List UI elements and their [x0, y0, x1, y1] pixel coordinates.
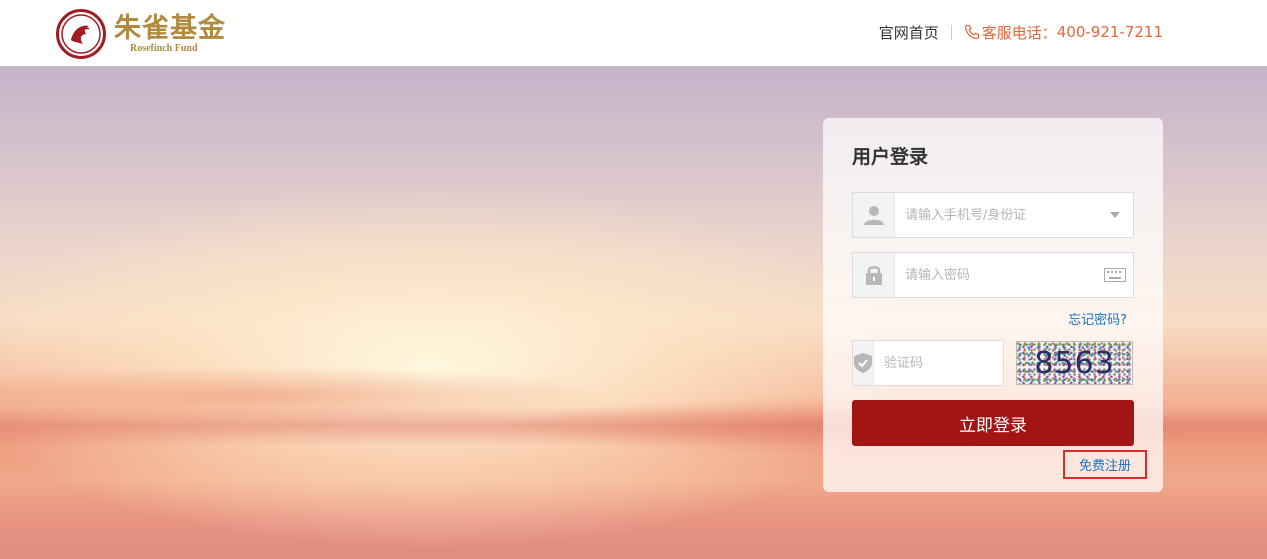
password-input[interactable] — [895, 253, 1097, 297]
phone-number: 400-921-7211 — [1056, 23, 1163, 41]
register-link[interactable]: 免费注册 — [1079, 455, 1131, 474]
phone-icon — [964, 24, 979, 40]
header-nav: 官网首页 客服电话： 400-921-7211 — [879, 22, 1163, 42]
site-header: 朱雀基金 Rosefinch Fund 官网首页 客服电话： 400-921-7… — [0, 0, 1267, 66]
login-button[interactable]: 立即登录 — [852, 400, 1134, 446]
forgot-password-link[interactable]: 忘记密码? — [1068, 309, 1127, 328]
keyboard-icon[interactable] — [1097, 268, 1133, 282]
captcha-field — [852, 340, 1054, 386]
brand-logo[interactable]: 朱雀基金 Rosefinch Fund — [56, 9, 226, 59]
shield-icon — [853, 341, 874, 385]
logo-chinese-text: 朱雀基金 — [114, 13, 226, 44]
phone-label: 客服电话： — [981, 23, 1057, 42]
lock-icon — [853, 253, 895, 297]
captcha-code: 8563 — [1034, 345, 1115, 381]
login-panel: 用户登录 请输入手机号/身份证 忘记密码? 验证码 8563 立即登录 免费注册 — [823, 118, 1163, 492]
logo-english-text: Rosefinch Fund — [130, 43, 198, 54]
home-link[interactable]: 官网首页 — [879, 22, 939, 43]
rosefinch-logo-icon — [56, 9, 106, 59]
divider — [950, 24, 952, 40]
username-input[interactable] — [895, 193, 1097, 237]
captcha-image[interactable]: 8563 — [1016, 341, 1133, 385]
register-highlight: 免费注册 — [1063, 450, 1147, 479]
user-icon — [853, 193, 895, 237]
password-field — [852, 252, 1134, 298]
login-title: 用户登录 — [852, 146, 929, 168]
dropdown-arrow-icon[interactable] — [1097, 212, 1133, 218]
username-field — [852, 192, 1134, 238]
